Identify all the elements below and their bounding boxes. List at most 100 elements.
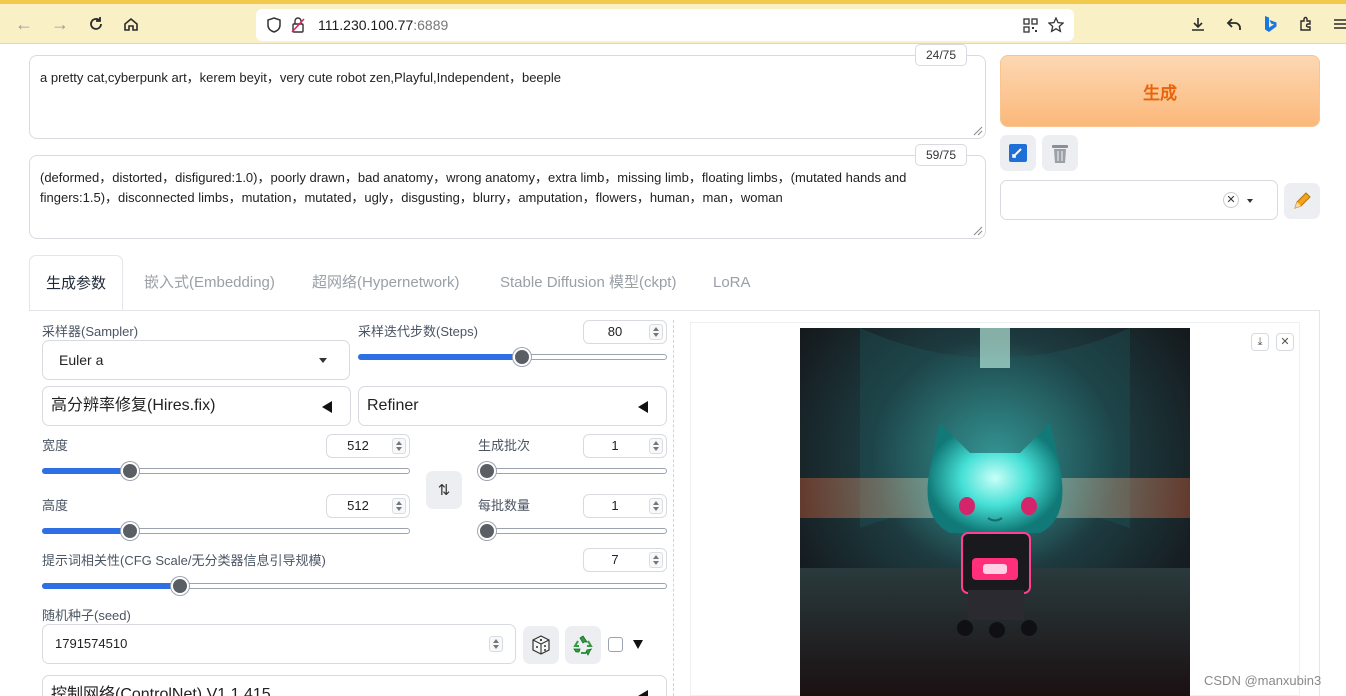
batch-count-slider[interactable]: [478, 462, 667, 480]
tab-checkpoint[interactable]: Stable Diffusion 模型(ckpt): [500, 255, 676, 311]
tab-divider: [29, 310, 1320, 311]
undo-icon[interactable]: [1222, 12, 1246, 36]
reuse-seed-button[interactable]: [565, 626, 601, 664]
shield-icon[interactable]: [266, 17, 282, 33]
negative-token-counter: 59/75: [915, 144, 968, 166]
hires-fix-label: 高分辨率修复(Hires.fix): [51, 397, 216, 414]
download-image-button[interactable]: ⤓: [1251, 333, 1269, 351]
download-icon[interactable]: [1186, 12, 1210, 36]
pencil-icon: [1294, 192, 1311, 209]
steps-input[interactable]: 80: [583, 320, 667, 344]
bookmark-star-icon[interactable]: [1048, 17, 1064, 33]
collapse-arrow-icon: [638, 690, 648, 696]
cfg-input[interactable]: 7: [583, 548, 667, 572]
refiner-accordion[interactable]: Refiner: [358, 386, 667, 426]
stepper-icon[interactable]: [489, 636, 503, 652]
generated-image[interactable]: [800, 328, 1190, 696]
slider-knob[interactable]: [512, 348, 531, 366]
stepper-icon[interactable]: [649, 498, 663, 514]
qr-code-icon[interactable]: [1022, 17, 1038, 33]
back-icon[interactable]: ←: [12, 12, 36, 36]
edit-styles-button[interactable]: [1284, 183, 1320, 219]
steps-label: 采样迭代步数(Steps): [358, 324, 478, 339]
expand-triangle-icon[interactable]: [633, 640, 643, 649]
bing-icon[interactable]: [1258, 12, 1282, 36]
batch-count-input[interactable]: 1: [583, 434, 667, 458]
positive-prompt-textarea[interactable]: a pretty cat,cyberpunk art，kerem beyit，v…: [29, 55, 986, 139]
height-input[interactable]: 512: [326, 494, 410, 518]
url-text: 111.230.100.77:6889: [318, 17, 449, 33]
height-value: 512: [347, 498, 369, 513]
collapse-arrow-icon: [638, 401, 648, 413]
clear-icon[interactable]: ✕: [1223, 192, 1239, 208]
collapse-arrow-icon: [322, 401, 332, 413]
insecure-lock-icon[interactable]: [290, 17, 306, 33]
controlnet-label: 控制网络(ControlNet) V1.1.415: [51, 686, 271, 696]
recycle-icon: [573, 635, 593, 656]
cfg-value: 7: [611, 552, 619, 567]
tab-generation-params[interactable]: 生成参数: [29, 255, 124, 311]
clear-prompt-button[interactable]: [1042, 135, 1078, 171]
width-value: 512: [347, 438, 369, 453]
tab-embedding[interactable]: 嵌入式(Embedding): [144, 255, 275, 311]
seed-value: 1791574510: [55, 636, 128, 651]
panel-border: [1319, 310, 1320, 696]
slider-knob[interactable]: [170, 577, 189, 595]
negative-prompt-text: (deformed，distorted，disfigured:1.0)，poor…: [40, 170, 907, 205]
slider-knob[interactable]: [121, 462, 140, 480]
height-slider[interactable]: [42, 522, 410, 540]
swap-arrows-icon: ⇅: [437, 482, 451, 499]
resize-handle-icon[interactable]: [971, 224, 983, 236]
stepper-icon[interactable]: [649, 324, 663, 340]
reload-icon[interactable]: [84, 12, 108, 36]
forward-icon[interactable]: →: [48, 12, 72, 36]
steps-slider[interactable]: [358, 348, 667, 366]
watermark-text: CSDN @manxubin3: [1204, 673, 1322, 688]
stepper-icon[interactable]: [649, 438, 663, 454]
cfg-slider[interactable]: [42, 577, 667, 595]
slider-knob[interactable]: [478, 462, 496, 480]
seed-label: 随机种子(seed): [42, 608, 131, 623]
trash-icon: [1052, 145, 1068, 163]
seed-input[interactable]: 1791574510: [42, 624, 516, 664]
stepper-icon[interactable]: [649, 552, 663, 568]
sampler-select[interactable]: Euler a: [42, 340, 350, 380]
close-image-button[interactable]: ✕: [1276, 333, 1294, 351]
slider-knob[interactable]: [121, 522, 140, 540]
batch-size-value: 1: [611, 498, 619, 513]
batch-size-input[interactable]: 1: [583, 494, 667, 518]
styles-dropdown[interactable]: ✕: [1000, 180, 1278, 220]
slider-knob[interactable]: [478, 522, 496, 540]
home-icon[interactable]: [119, 12, 143, 36]
extensions-icon[interactable]: [1294, 12, 1318, 36]
width-slider[interactable]: [42, 462, 410, 480]
steps-value: 80: [607, 324, 623, 339]
random-seed-button[interactable]: [523, 626, 559, 664]
stepper-icon[interactable]: [392, 498, 406, 514]
swap-dimensions-button[interactable]: ⇅: [426, 471, 462, 509]
tab-hypernetwork[interactable]: 超网络(Hypernetwork): [312, 255, 460, 311]
batch-size-label: 每批数量: [478, 498, 531, 513]
address-bar[interactable]: 111.230.100.77:6889: [256, 9, 1074, 41]
stepper-icon[interactable]: [392, 438, 406, 454]
controlnet-accordion[interactable]: 控制网络(ControlNet) V1.1.415: [42, 675, 667, 696]
sampler-value: Euler a: [59, 352, 104, 368]
apply-styles-button[interactable]: [1000, 135, 1036, 171]
width-input[interactable]: 512: [326, 434, 410, 458]
hires-fix-accordion[interactable]: 高分辨率修复(Hires.fix): [42, 386, 351, 426]
resize-handle-icon[interactable]: [971, 124, 983, 136]
chevron-down-icon: [1247, 199, 1253, 203]
positive-prompt-text: a pretty cat,cyberpunk art，kerem beyit，v…: [40, 70, 562, 85]
menu-icon[interactable]: [1328, 12, 1346, 36]
tab-lora[interactable]: LoRA: [713, 255, 751, 311]
refiner-label: Refiner: [367, 397, 419, 414]
browser-toolbar: ← → 111.230.100.77:6889: [0, 4, 1346, 44]
sampler-label: 采样器(Sampler): [42, 324, 139, 339]
negative-prompt-textarea[interactable]: (deformed，distorted，disfigured:1.0)，poor…: [29, 155, 986, 239]
batch-count-value: 1: [611, 438, 619, 453]
height-label: 高度: [42, 498, 69, 513]
generate-button[interactable]: 生成: [1000, 55, 1320, 127]
batch-size-slider[interactable]: [478, 522, 667, 540]
extra-seed-checkbox[interactable]: [608, 637, 623, 652]
positive-token-counter: 24/75: [915, 44, 968, 66]
